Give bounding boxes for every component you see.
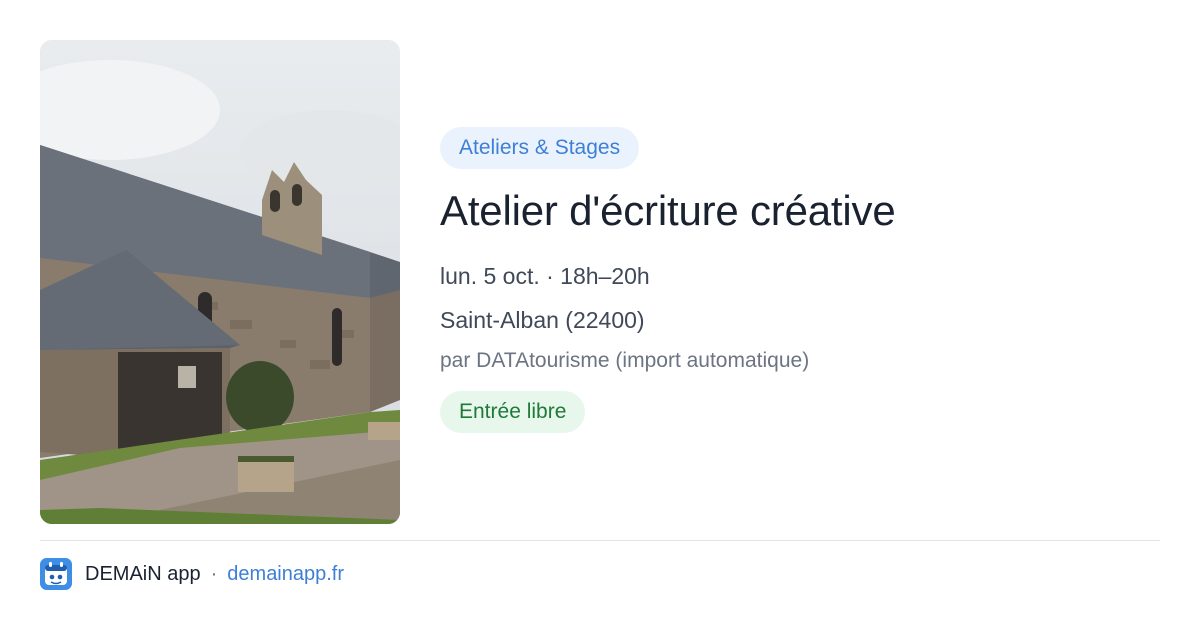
event-title[interactable]: Atelier d'écriture créative xyxy=(440,183,1140,239)
category-badge[interactable]: Ateliers & Stages xyxy=(440,127,640,169)
event-organizer: par DATAtourisme (import automatique) xyxy=(440,349,810,372)
app-name: DEMAiN app xyxy=(85,562,201,585)
footer-separator: · xyxy=(210,562,218,585)
price-badge: Entrée libre xyxy=(440,391,586,433)
footer-divider xyxy=(40,540,1160,541)
church-photo-icon xyxy=(40,40,400,524)
app-domain-link[interactable]: demainapp.fr xyxy=(227,563,344,586)
event-location: Saint-Alban (22400) xyxy=(440,307,645,333)
event-datetime: lun. 5 oct. · 18h–20h xyxy=(440,263,650,289)
footer: DEMAiN app · demainapp.fr xyxy=(40,558,344,590)
event-card[interactable]: Ateliers & Stages Atelier d'écriture cré… xyxy=(40,40,1160,526)
demain-app-logo-icon[interactable] xyxy=(40,558,72,590)
event-info: Ateliers & Stages Atelier d'écriture cré… xyxy=(440,127,1140,433)
event-photo xyxy=(40,40,400,524)
